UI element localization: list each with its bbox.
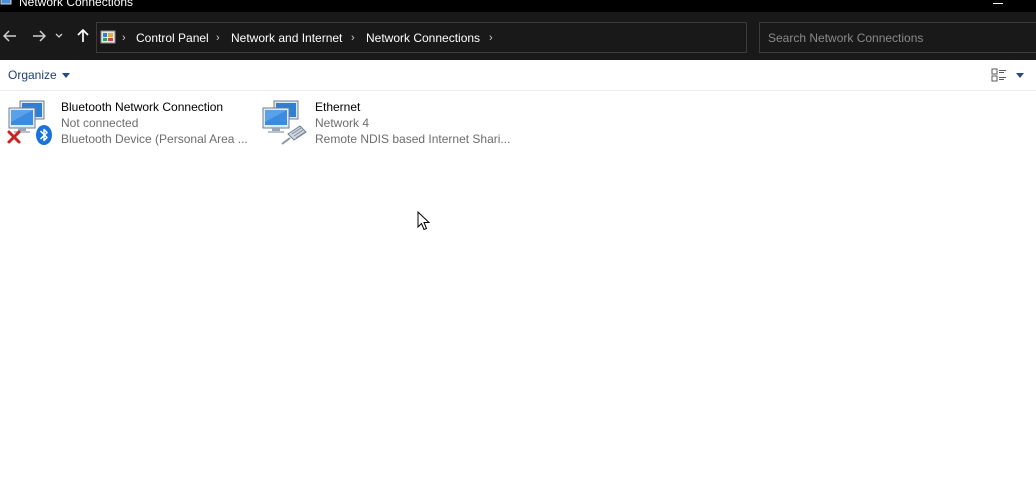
connection-item-ethernet[interactable]: Ethernet Network 4 Remote NDIS based Int… xyxy=(254,96,510,150)
breadcrumb-control-panel[interactable]: Control Panel xyxy=(136,31,209,45)
network-connections-icon xyxy=(0,0,12,5)
search-input[interactable] xyxy=(760,23,1036,52)
organize-menu-button[interactable]: Organize xyxy=(8,68,70,82)
control-panel-icon xyxy=(100,30,116,44)
disconnected-x-icon xyxy=(7,130,21,144)
connection-device: Bluetooth Device (Personal Area ... xyxy=(61,132,248,146)
connection-name: Ethernet xyxy=(315,100,361,114)
connection-name: Bluetooth Network Connection xyxy=(61,100,224,114)
organize-caret-icon xyxy=(61,73,70,78)
arrow-up-icon xyxy=(77,29,89,42)
title-bar: Network Connections xyxy=(0,0,1036,12)
chevron-down-icon xyxy=(55,33,63,38)
minimize-button[interactable] xyxy=(993,3,1003,4)
mouse-cursor-icon xyxy=(417,211,431,231)
ethernet-plug-icon xyxy=(281,125,307,145)
change-view-icon[interactable] xyxy=(991,68,1007,82)
connections-list: Bluetooth Network Connection Not connect… xyxy=(0,91,1036,484)
connection-device: Remote NDIS based Internet Shari... xyxy=(315,132,511,146)
arrow-right-icon xyxy=(33,30,46,42)
up-button[interactable] xyxy=(74,26,92,46)
recent-locations-button[interactable] xyxy=(53,26,65,46)
connection-status: Network 4 xyxy=(315,116,370,130)
address-bar[interactable]: › Control Panel › Network and Internet ›… xyxy=(96,22,834,53)
more-options-chevron-icon[interactable] xyxy=(1016,73,1024,78)
breadcrumb-separator[interactable]: › xyxy=(122,31,126,45)
breadcrumb-separator[interactable]: › xyxy=(351,31,355,45)
breadcrumb-network-and-internet[interactable]: Network and Internet xyxy=(231,31,342,45)
connection-item-bluetooth[interactable]: Bluetooth Network Connection Not connect… xyxy=(0,96,248,150)
bluetooth-icon xyxy=(36,125,52,145)
arrow-left-icon xyxy=(3,30,16,42)
forward-button[interactable] xyxy=(30,26,48,46)
bluetooth-network-icon xyxy=(7,100,52,145)
window-title: Network Connections xyxy=(19,0,134,9)
back-button[interactable] xyxy=(1,26,19,46)
search-box[interactable] xyxy=(759,22,1036,53)
ethernet-network-icon xyxy=(262,100,307,145)
organize-label: Organize xyxy=(8,68,57,82)
breadcrumb-separator[interactable]: › xyxy=(216,31,220,45)
connection-status: Not connected xyxy=(61,116,139,130)
breadcrumb-separator[interactable]: › xyxy=(489,31,493,45)
breadcrumb-network-connections[interactable]: Network Connections xyxy=(366,31,480,45)
command-bar: Organize xyxy=(0,60,1036,91)
navigation-bar: › Control Panel › Network and Internet ›… xyxy=(0,12,1036,60)
